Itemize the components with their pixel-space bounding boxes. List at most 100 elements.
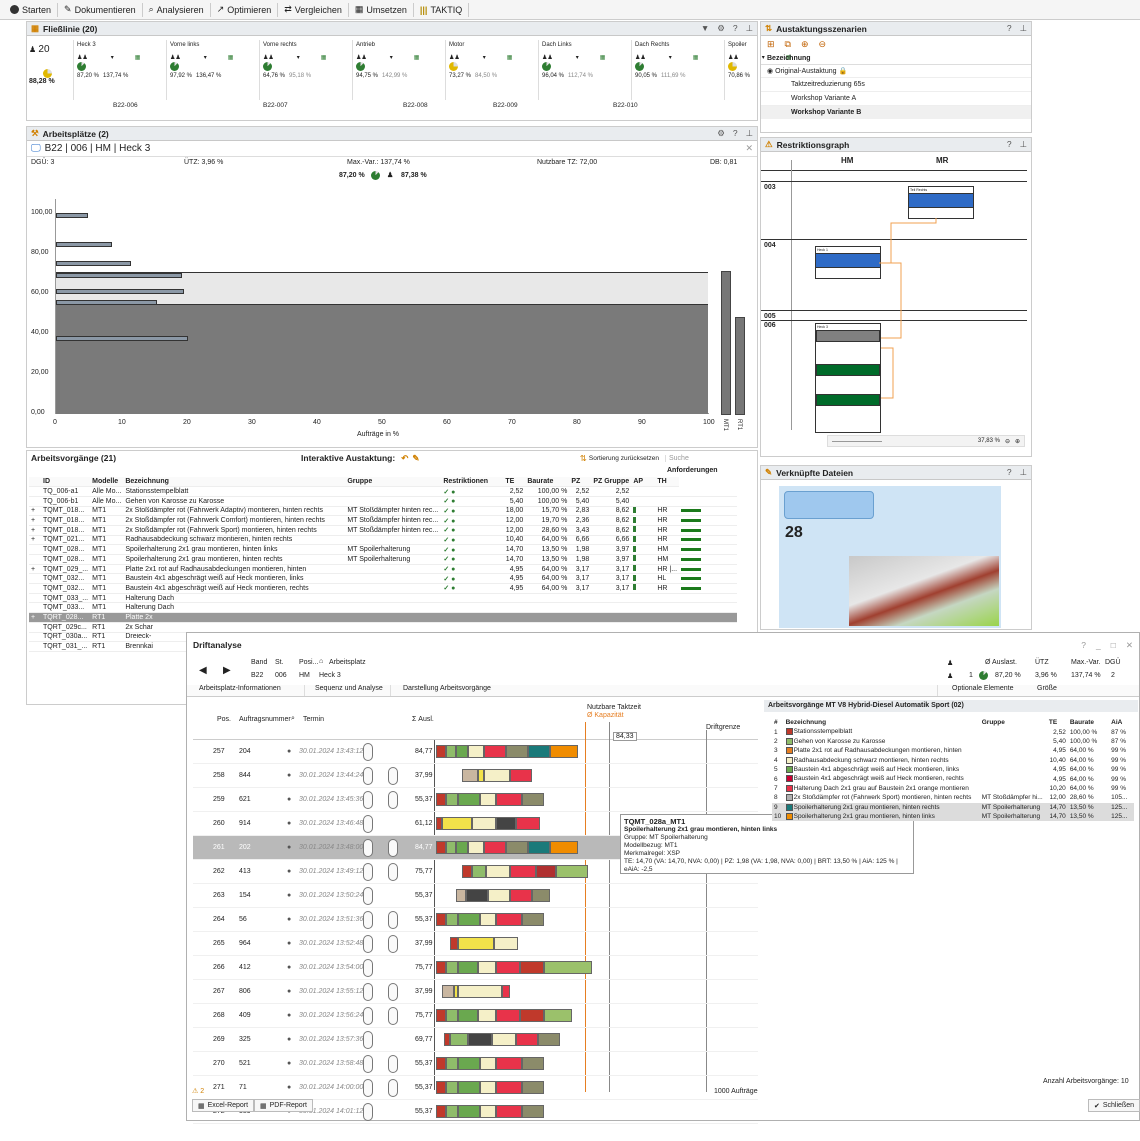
table-row[interactable]: 7 Halterung Dach 2x1 grau auf Baustein 2x… xyxy=(772,784,1134,793)
operation-segment[interactable] xyxy=(496,793,522,806)
excel-report-button[interactable]: ▦ Excel-Report xyxy=(192,1099,255,1112)
info-icon[interactable]: ● xyxy=(287,964,291,971)
operation-segment[interactable] xyxy=(436,1105,446,1118)
filter-icon[interactable]: ▼ xyxy=(701,23,709,34)
drift-row[interactable]: 265 964 ● 30.01.2024 13:52:48 37,99 xyxy=(193,932,758,956)
drift-row[interactable]: 270 521 ● 30.01.2024 13:58:48 55,37 xyxy=(193,1052,758,1076)
info-icon[interactable]: ● xyxy=(287,1060,291,1067)
table-row[interactable]: 10 Spoilerhalterung 2x1 grau montieren, h… xyxy=(772,811,1134,822)
table-row[interactable]: 4 Radhausabdeckung schwarz montieren, hin… xyxy=(772,756,1134,765)
operation-segment[interactable] xyxy=(446,1081,458,1094)
column-header[interactable]: Modelle xyxy=(90,477,124,488)
operation-segment[interactable] xyxy=(458,961,478,974)
operation-segment[interactable] xyxy=(450,1033,468,1046)
info-icon[interactable]: ● xyxy=(287,892,291,899)
toolbar-dokumentieren[interactable]: ✎ Dokumentieren xyxy=(58,2,143,17)
operation-segment[interactable] xyxy=(480,913,496,926)
table-row[interactable]: TQMT_033_... MT1 Halterung Dach xyxy=(29,593,737,604)
scenario-item[interactable]: Workshop Variante A xyxy=(761,91,1031,105)
drift-row[interactable]: 264 56 ● 30.01.2024 13:51:36 55,37 xyxy=(193,908,758,932)
drift-row[interactable]: 266 412 ● 30.01.2024 13:54:00 75,77 xyxy=(193,956,758,980)
operation-segment[interactable] xyxy=(436,745,446,758)
column-header[interactable]: ID xyxy=(41,477,91,488)
scenario-item[interactable]: ◉ Original-Austaktung 🔒 xyxy=(761,65,1031,77)
pin-icon[interactable]: ⊥ xyxy=(1020,467,1027,478)
operation-segment[interactable] xyxy=(536,865,556,878)
minimize-icon[interactable]: _ xyxy=(1096,640,1101,651)
operation-segment[interactable] xyxy=(436,1009,446,1022)
band-label[interactable]: B22-010 xyxy=(613,102,638,109)
operation-segment[interactable] xyxy=(506,745,528,758)
table-row[interactable]: 9 Spoilerhalterung 2x1 grau montieren, hi… xyxy=(772,802,1134,812)
scenario-item[interactable]: Workshop Variante B xyxy=(761,105,1031,119)
undo-icon[interactable]: ↶ xyxy=(401,453,408,464)
station-column[interactable]: Dach Links ♟♟ ▾ ▦ 96,04 % 112,74 % xyxy=(538,40,631,100)
info-icon[interactable]: ● xyxy=(287,844,291,851)
table-row[interactable]: TQMT_032... MT1 Baustein 4x1 abgeschrägt w… xyxy=(29,583,737,594)
operation-segment[interactable] xyxy=(520,1009,544,1022)
zoom-out-icon[interactable]: ⊖ xyxy=(1005,438,1010,445)
operation-segment[interactable] xyxy=(468,841,484,854)
info-icon[interactable]: ● xyxy=(287,820,291,827)
scenario-item[interactable]: Taktzeitreduzierung 65s xyxy=(761,77,1031,91)
drift-row[interactable]: 259 621 ● 30.01.2024 13:45:36 55,37 xyxy=(193,788,758,812)
operation-segment[interactable] xyxy=(458,937,494,950)
operation-segment[interactable] xyxy=(496,817,516,830)
operation-segment[interactable] xyxy=(450,937,458,950)
drift-row[interactable]: 257 204 ● 30.01.2024 13:43:12 84,77 xyxy=(193,740,758,764)
band-label[interactable]: B22-008 xyxy=(403,102,428,109)
table-row[interactable]: 5 Baustein 4x1 abgeschrägt weiß auf Heck … xyxy=(772,765,1134,774)
table-row[interactable]: TQRT_029c... RT1 2x Schar xyxy=(29,622,737,633)
operation-segment[interactable] xyxy=(456,745,468,758)
operation-segment[interactable] xyxy=(436,793,446,806)
operation-segment[interactable] xyxy=(442,985,454,998)
operation-segment[interactable] xyxy=(446,961,458,974)
table-row[interactable]: + TQRT_028... RT1 Platte 2x xyxy=(29,612,737,623)
search-icon[interactable]: ⌕ xyxy=(291,715,295,723)
operation-segment[interactable] xyxy=(480,1057,496,1070)
operation-segment[interactable] xyxy=(486,865,510,878)
pin-icon[interactable]: ⊥ xyxy=(1020,139,1027,150)
radio-icon[interactable]: ◉ xyxy=(767,68,773,75)
column-header[interactable]: Baurate xyxy=(1068,718,1109,727)
toolbar-umsetzen[interactable]: ▦ Umsetzen xyxy=(349,2,414,17)
operation-segment[interactable] xyxy=(436,1081,446,1094)
help-icon[interactable]: ? xyxy=(1081,640,1086,651)
operation-segment[interactable] xyxy=(556,865,588,878)
operation-segment[interactable] xyxy=(532,889,550,902)
column-header[interactable]: TH xyxy=(655,477,680,488)
info-icon[interactable]: ● xyxy=(287,940,291,947)
table-row[interactable]: 6 Baustein 4x1 abgeschrägt weiß auf Heck … xyxy=(772,774,1134,783)
column-header[interactable]: AiA xyxy=(1109,718,1134,727)
column-header[interactable]: # xyxy=(772,718,784,727)
operation-segment[interactable] xyxy=(520,961,544,974)
drift-row[interactable]: 269 325 ● 30.01.2024 13:57:36 69,77 xyxy=(193,1028,758,1052)
operation-segment[interactable] xyxy=(528,745,550,758)
toolbar-starten[interactable]: Starten xyxy=(4,2,59,17)
toolbar-optimieren[interactable]: ↗ Optimieren xyxy=(211,2,279,17)
operation-segment[interactable] xyxy=(496,1057,522,1070)
station-column[interactable]: Antrieb ♟♟ ▾ ▦ 94,75 % 142,99 % xyxy=(352,40,445,100)
operation-segment[interactable] xyxy=(458,1057,480,1070)
edit-icon[interactable]: ✎ xyxy=(412,453,419,464)
operation-segment[interactable] xyxy=(446,745,456,758)
info-icon[interactable]: ● xyxy=(287,916,291,923)
table-row[interactable]: TQMT_028... MT1 Spoilerhalterung 2x1 grau … xyxy=(29,554,737,565)
help-icon[interactable]: ? xyxy=(1007,139,1012,150)
help-icon[interactable]: ? xyxy=(1007,23,1012,34)
back-icon[interactable]: ◀ xyxy=(199,665,207,676)
maximize-icon[interactable]: □ xyxy=(1111,640,1116,651)
operation-segment[interactable] xyxy=(468,1033,492,1046)
column-header[interactable]: Bezeichnung xyxy=(784,718,980,727)
operation-segment[interactable] xyxy=(522,1081,544,1094)
close-icon[interactable]: ✕ xyxy=(1126,640,1133,651)
scenario-new-icon[interactable]: ⊞ xyxy=(767,39,775,50)
gear-icon[interactable]: ⚙ xyxy=(717,23,725,34)
info-icon[interactable]: ● xyxy=(287,988,291,995)
operation-segment[interactable] xyxy=(480,793,496,806)
toolbar-vergleichen[interactable]: ⇄ Vergleichen xyxy=(278,2,349,17)
operation-segment[interactable] xyxy=(510,769,532,782)
operation-segment[interactable] xyxy=(484,841,506,854)
tab-arbeitsplatz-info[interactable]: Arbeitsplatz-Informationen xyxy=(187,685,305,696)
operation-segment[interactable] xyxy=(492,1033,516,1046)
